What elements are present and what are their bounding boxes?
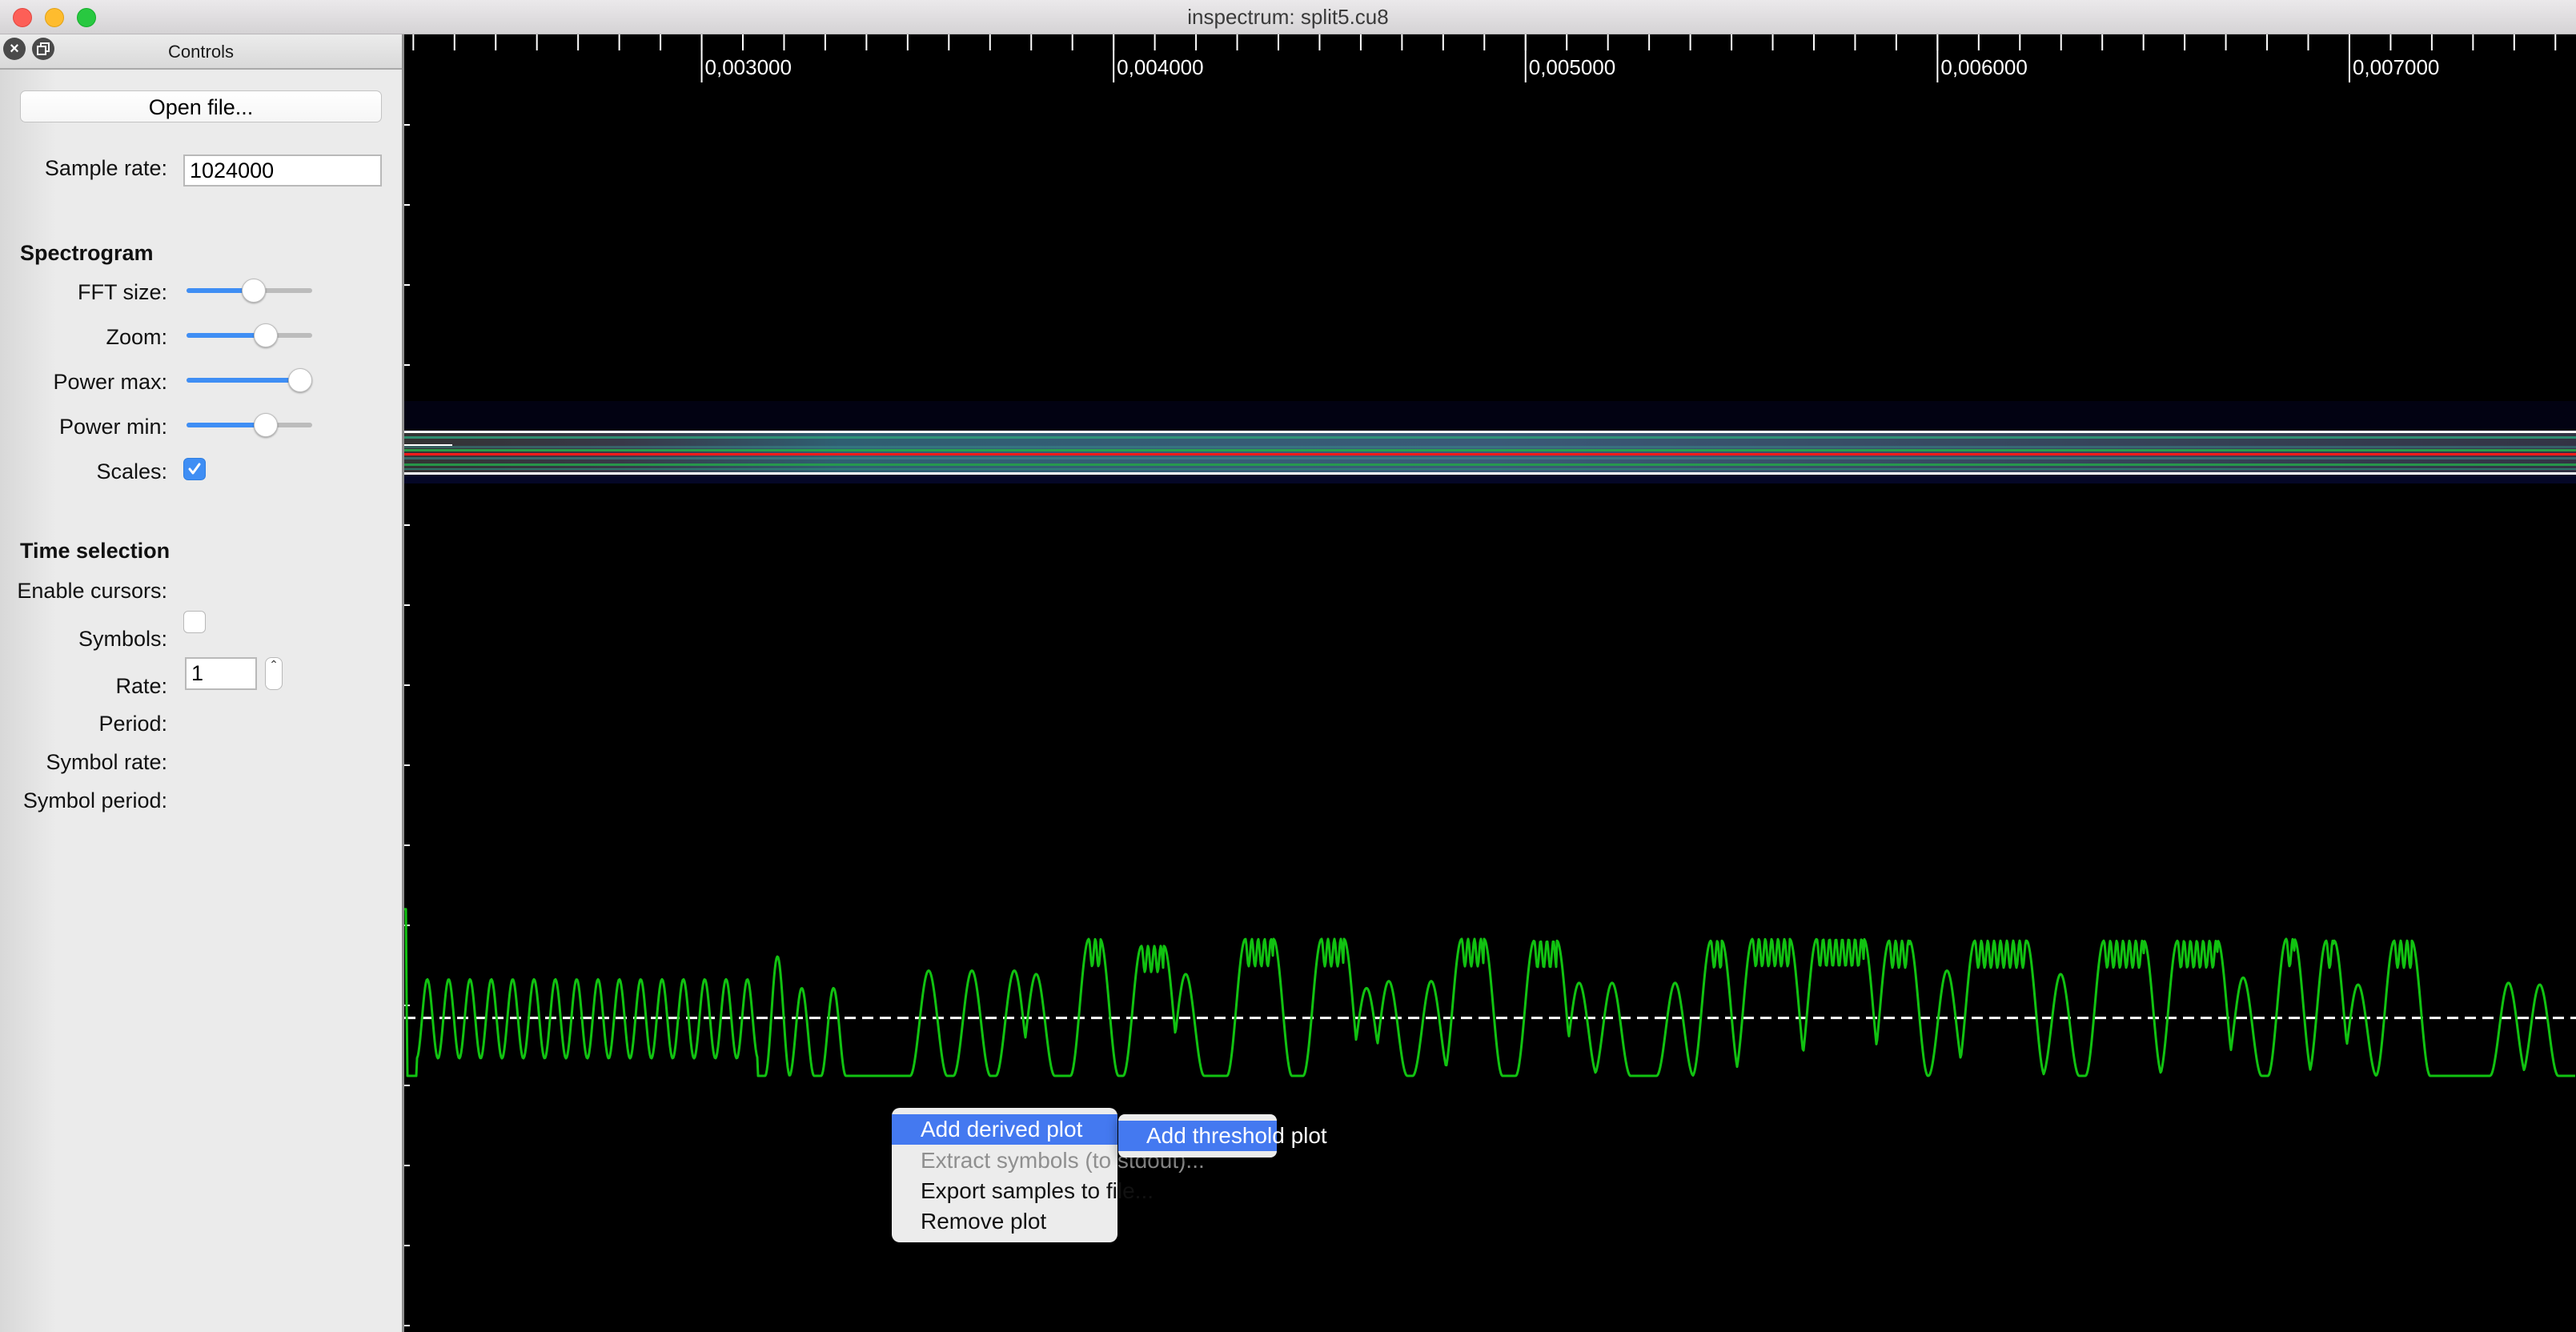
- selection-center-line: [404, 453, 2576, 455]
- plot-context-menu: Add derived plot Extract symbols (to std…: [892, 1108, 1205, 1242]
- spectrogram-section-title: Spectrogram: [20, 241, 154, 265]
- sample-rate-input[interactable]: 1024000: [183, 154, 382, 187]
- spectrogram-signal: [404, 433, 2576, 472]
- enable-cursors-checkbox[interactable]: [183, 611, 206, 633]
- rate-label: Rate:: [115, 674, 167, 698]
- menu-item-add-threshold-plot[interactable]: Add threshold plot: [1118, 1121, 1327, 1151]
- dock-header: × Controls: [0, 34, 402, 70]
- slider-thumb[interactable]: [288, 368, 312, 392]
- symbols-input[interactable]: 1: [185, 657, 257, 690]
- power-min-slider[interactable]: [187, 413, 312, 437]
- slider-thumb[interactable]: [253, 323, 278, 347]
- menu-item-add-derived-plot[interactable]: Add derived plot: [892, 1114, 1117, 1145]
- menu-item-export-samples[interactable]: Export samples to file...: [892, 1176, 1154, 1206]
- zoom-slider[interactable]: [187, 323, 312, 347]
- tick-label: 0,004000: [1117, 55, 1203, 79]
- power-max-label: Power max:: [53, 370, 167, 394]
- stepper-up-icon[interactable]: ⌃: [266, 658, 282, 672]
- open-file-button[interactable]: Open file...: [20, 90, 382, 122]
- sample-rate-label: Sample rate:: [44, 156, 167, 180]
- selection-bottom-line: [404, 472, 2576, 475]
- time-axis: 0,003000 0,004000 0,005000 0,006000 0,007000: [404, 34, 2557, 1326]
- tick-label: 0,005000: [1529, 55, 1615, 79]
- plot-canvas[interactable]: 0,003000 0,004000 0,005000 0,006000 0,007000: [404, 34, 2576, 1332]
- amplitude-trace-line: [404, 908, 2576, 1077]
- selection-top-line: [404, 431, 2576, 433]
- period-label: Period:: [98, 712, 167, 736]
- checkmark-icon: [188, 463, 201, 475]
- fft-size-label: FFT size:: [77, 280, 167, 304]
- tick-label: 0,007000: [2353, 55, 2439, 79]
- symbols-label: Symbols:: [78, 627, 167, 651]
- power-min-label: Power min:: [58, 415, 167, 439]
- tick-label: 0,003000: [705, 55, 792, 79]
- menu-item-extract-symbols: Extract symbols (to stdout)...: [921, 1148, 1205, 1173]
- menu-item-remove-plot[interactable]: Remove plot: [892, 1206, 1117, 1237]
- symbol-rate-label: Symbol rate:: [46, 750, 167, 774]
- window-title: inspectrum: split5.cu8: [1187, 5, 1389, 29]
- slider-thumb[interactable]: [253, 413, 278, 437]
- spectrogram-stripe: [404, 436, 2576, 439]
- spectrogram-noise: [404, 401, 2576, 433]
- derived-plot-submenu: Add threshold plot: [1118, 1114, 1327, 1157]
- spectrogram-stripe: [404, 463, 2576, 466]
- spectrogram: [404, 401, 2576, 483]
- scales-label: Scales:: [96, 459, 167, 483]
- enable-cursors-label: Enable cursors:: [17, 579, 167, 603]
- fft-size-slider[interactable]: [187, 279, 312, 303]
- zoom-label: Zoom:: [106, 325, 167, 349]
- symbols-stepper[interactable]: ⌃: [265, 657, 283, 690]
- controls-dock: × Controls Open file... Sample rate: 102…: [0, 34, 404, 1332]
- slider-thumb[interactable]: [241, 279, 266, 303]
- window-titlebar: inspectrum: split5.cu8: [0, 0, 2576, 34]
- power-max-slider[interactable]: [187, 368, 312, 392]
- spectrogram-stripe: [404, 457, 2576, 459]
- symbol-period-label: Symbol period:: [22, 788, 167, 812]
- spectrogram-stripe: [404, 468, 2576, 470]
- spectrogram-stripe: [404, 446, 2576, 448]
- amplitude-plot[interactable]: [404, 908, 2576, 1077]
- selection-marker: [404, 444, 452, 446]
- dock-title: Controls: [168, 42, 234, 62]
- tick-label: 0,006000: [1940, 55, 2027, 79]
- scales-checkbox[interactable]: [183, 458, 206, 480]
- time-selection-section-title: Time selection: [20, 539, 171, 563]
- plot-view[interactable]: 0,003000 0,004000 0,005000 0,006000 0,007000: [404, 34, 2576, 1332]
- spectrogram-stripe: [404, 449, 2576, 451]
